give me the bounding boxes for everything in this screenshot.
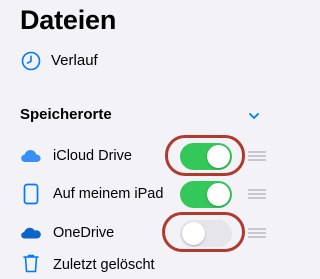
page-title: Dateien xyxy=(20,5,117,35)
reorder-handle-icon[interactable] xyxy=(248,228,266,238)
reorder-handle-icon[interactable] xyxy=(248,151,266,161)
clock-icon xyxy=(20,50,42,72)
location-label: Auf meinem iPad xyxy=(53,186,164,202)
highlight-ring-onedrive-toggle xyxy=(162,212,245,252)
location-label: OneDrive xyxy=(53,225,115,241)
location-row-recently-deleted[interactable]: Zuletzt gelöscht xyxy=(20,254,155,276)
section-header-locations[interactable]: Speicherorte xyxy=(20,104,260,126)
sidebar-item-recent[interactable]: Verlauf xyxy=(20,50,98,72)
reorder-handle-icon[interactable] xyxy=(248,189,266,199)
icloud-icon xyxy=(20,145,42,167)
onedrive-icon xyxy=(20,222,42,244)
sidebar-item-label: Verlauf xyxy=(51,52,98,69)
location-label: Zuletzt gelöscht xyxy=(53,257,155,273)
trash-icon xyxy=(20,252,42,279)
ipad-icon xyxy=(20,183,42,205)
on-my-ipad-toggle[interactable] xyxy=(180,180,232,208)
highlight-ring-icloud-toggle xyxy=(165,135,245,176)
toggle-knob xyxy=(207,182,230,206)
location-label: iCloud Drive xyxy=(53,148,132,164)
section-title: Speicherorte xyxy=(20,106,112,123)
chevron-down-icon[interactable] xyxy=(248,109,260,121)
location-row-on-my-ipad[interactable]: Auf meinem iPad xyxy=(20,180,275,208)
